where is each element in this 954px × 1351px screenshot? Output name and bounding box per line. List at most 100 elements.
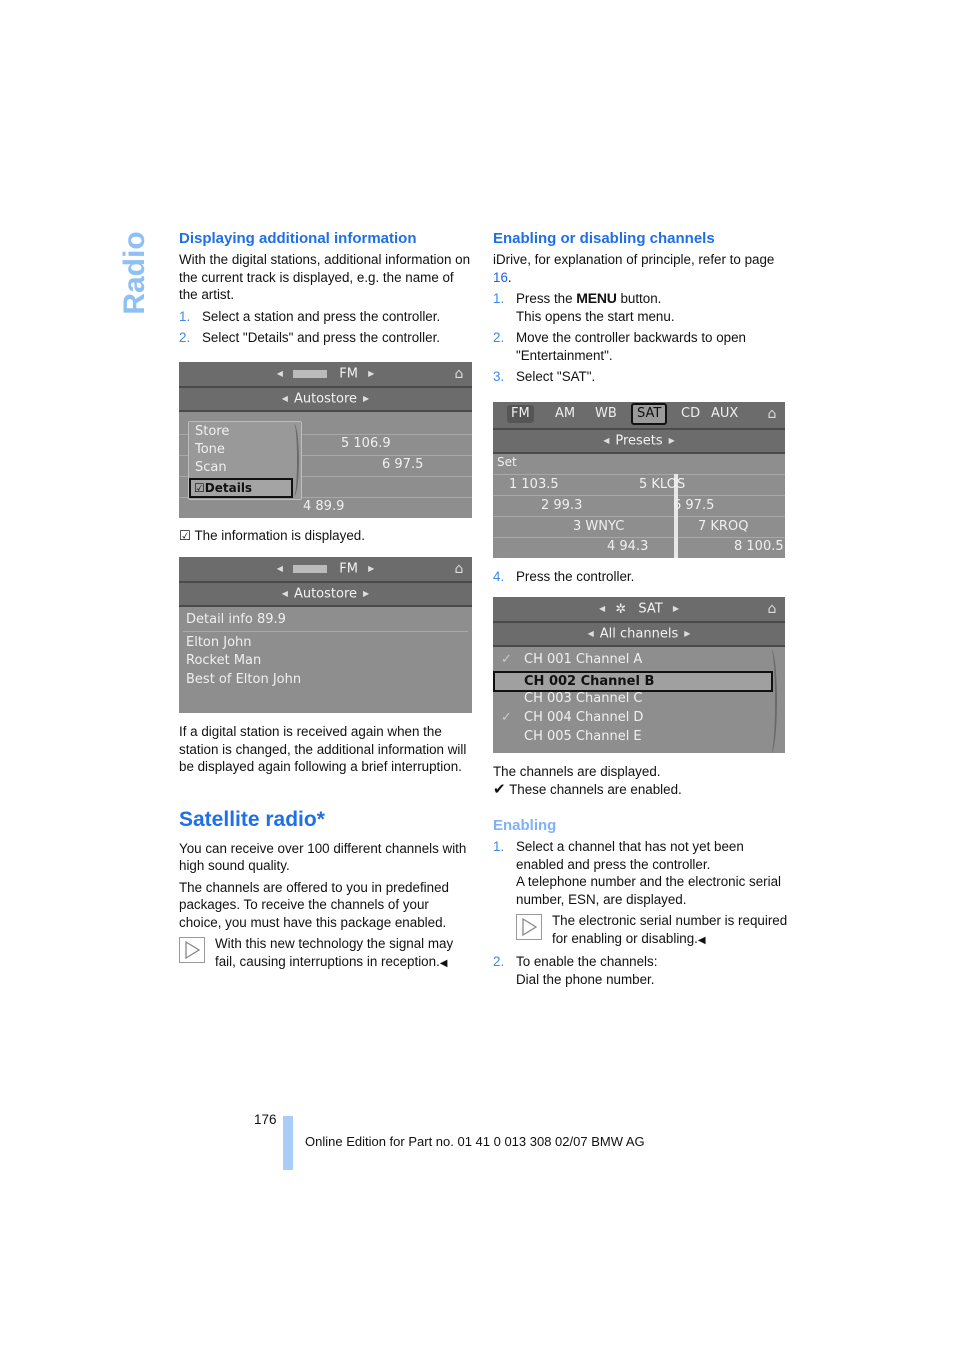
station-item: 4 89.9 (303, 499, 345, 514)
preset-item: 4 94.3 (607, 539, 649, 554)
channel-item-selected: CH 002 Channel B (493, 671, 773, 692)
preset-item: 2 99.3 (541, 498, 583, 513)
heading-enabling-disabling: Enabling or disabling channels (493, 230, 715, 247)
heading-enabling: Enabling (493, 817, 557, 834)
station-item: 5 106.9 (341, 436, 391, 451)
list-item: 1. Select a station and press the control… (179, 308, 441, 324)
preset-item: 7 KROQ (698, 519, 749, 534)
channel-item: CH 003 Channel C (524, 691, 643, 706)
steps-list: 1. Press the MENU button. This opens the s… (493, 290, 788, 386)
sub-bar: ◀ All channels ▶ (493, 623, 785, 647)
note-esn: The electronic serial number is required… (516, 912, 788, 949)
side-section-title: Radio (112, 228, 158, 318)
arrow-right-icon: ▶ (363, 394, 370, 403)
footer-accent-bar (283, 1116, 293, 1170)
menu-item-tone: Tone (195, 442, 225, 457)
satellite-para-2: The channels are offered to you in prede… (179, 879, 449, 930)
left-column-lower: If a digital station is received again w… (179, 723, 474, 972)
arrow-left-icon: ◀ (276, 369, 283, 378)
details-checkbox-icon: ☑ (179, 528, 192, 543)
note-triangle-icon (179, 937, 205, 963)
tab-aux: AUX (711, 406, 739, 421)
preset-item: 5 KLOS (639, 477, 686, 492)
tab-cd: CD (681, 406, 701, 421)
arrow-left-icon: ◀ (599, 604, 606, 613)
screenshot-sat-presets: FM AM WB SAT CD AUX ⌂ ◀ Presets ▶ Set 1 10… (493, 402, 785, 558)
arrow-right-icon: ▶ (368, 564, 375, 573)
image-code (477, 440, 483, 500)
navigation-icon: ⌂ (767, 601, 777, 617)
detail-info-header: Detail info 89.9 (186, 612, 286, 627)
scroll-arc (765, 649, 777, 753)
intro-paragraph: With the digital stations, additional in… (179, 252, 471, 302)
screenshot-detail-info: ◀ FM ▶ ⌂ ◀ Autostore ▶ Detail info 89.9 El… (179, 557, 472, 713)
arrow-left-icon: ◀ (281, 589, 288, 598)
list-item: 2. Select "Details" and press the control… (179, 330, 441, 345)
preset-item: 6 97.5 (673, 498, 715, 513)
preset-item: 8 100.5 (734, 539, 784, 554)
menu-item-store: Store (195, 424, 230, 439)
band-tabs-bar: FM AM WB SAT CD AUX ⌂ (493, 402, 785, 430)
sub-bar: ◀ Autostore ▶ (179, 388, 472, 412)
arrow-right-icon: ▶ (363, 589, 370, 598)
options-popup: Store Tone Scan ☑Details (188, 421, 302, 500)
left-column: Displaying additional information With t… (179, 229, 474, 351)
arrow-left-icon: ◀ (276, 564, 283, 573)
navigation-icon: ⌂ (767, 406, 777, 422)
menu-item-details-selected: ☑Details (189, 478, 293, 498)
side-title-text: Radio (118, 231, 151, 315)
list-item: 2. To enable the channels: Dial the phon… (493, 954, 658, 987)
menu-button-icon: MENU (576, 290, 617, 306)
heading-satellite-radio: Satellite radio* (179, 807, 325, 831)
track-title: Rocket Man (186, 653, 262, 668)
step-4: 4. Press the controller. (493, 568, 788, 590)
preset-item: 3 WNYC (573, 519, 625, 534)
album-name: Best of Elton John (186, 672, 302, 687)
preset-item: 1 103.5 (509, 477, 559, 492)
right-column-lower: The channels are displayed. ✔ These chan… (493, 763, 788, 992)
list-item: 3. Select "SAT". (493, 369, 596, 384)
end-mark-icon: ◀ (439, 957, 448, 969)
enabled-check-icon: ✓ (501, 652, 512, 667)
after-paragraph: If a digital station is received again w… (179, 724, 467, 774)
list-item: 4. Press the controller. (493, 569, 635, 584)
channels-caption: The channels are displayed. (493, 764, 661, 779)
intro-paragraph: iDrive, for explanation of principle, re… (493, 252, 775, 285)
enabled-check-icon: ✓ (501, 710, 512, 725)
info-caption: ☑ The information is displayed. (179, 528, 365, 543)
steps-list: 1. Select a station and press the control… (179, 308, 474, 347)
arrow-right-icon: ▶ (668, 436, 675, 445)
sub-bar: ◀ Presets ▶ (493, 430, 785, 454)
right-column: Enabling or disabling channels iDrive, f… (493, 229, 788, 390)
navigation-icon: ⌂ (454, 561, 464, 577)
screenshot-sat-channels: ◀ ✲ SAT ▶ ⌂ ◀ All channels ▶ ✓ CH 001 Chan… (493, 597, 785, 753)
top-bar: ◀ FM ▶ ⌂ (179, 362, 472, 388)
end-mark-icon: ◀ (697, 934, 706, 946)
arrow-right-icon: ▶ (684, 629, 691, 638)
page-link[interactable]: 16 (493, 270, 508, 285)
satellite-icon: ✲ (615, 601, 627, 617)
artist-name: Elton John (186, 635, 252, 650)
band-label: FM (339, 366, 358, 382)
list-item: 1. Select a channel that has not yet bee… (493, 838, 788, 949)
arrow-right-icon: ▶ (672, 604, 679, 613)
details-checkbox-icon: ☑ (194, 481, 205, 495)
station-item: 6 97.5 (382, 457, 424, 472)
channel-item: CH 001 Channel A (524, 652, 643, 667)
tab-sat: SAT (631, 403, 668, 425)
top-bar: ◀ ✲ SAT ▶ ⌂ (493, 597, 785, 623)
band-label: FM (339, 561, 358, 577)
navigation-icon: ⌂ (454, 366, 464, 382)
channel-item: CH 005 Channel E (524, 729, 642, 744)
list-item: 1. Press the MENU button. This opens the s… (493, 290, 675, 324)
signal-bar-icon (293, 565, 328, 573)
note-triangle-icon (516, 914, 542, 940)
heading-displaying-additional-info: Displaying additional information (179, 230, 417, 247)
band-label: SAT (638, 601, 663, 617)
footer-edition: Online Edition for Part no. 01 41 0 013 … (305, 1134, 645, 1149)
checkmark-icon: ✔ (493, 780, 506, 798)
channel-item: CH 004 Channel D (524, 710, 644, 725)
tab-am: AM (555, 406, 576, 421)
set-label: Set (497, 455, 517, 469)
satellite-para-1: You can receive over 100 different chann… (179, 840, 467, 874)
